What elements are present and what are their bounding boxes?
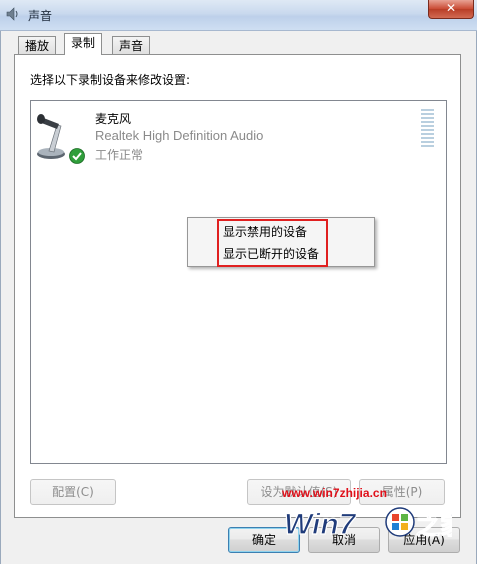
close-button[interactable]: ✕ bbox=[428, 0, 474, 19]
title-bar[interactable]: 声音 ✕ bbox=[0, 0, 477, 31]
window-title: 声音 bbox=[28, 9, 53, 23]
menu-item-show-disabled[interactable]: 显示禁用的设备 bbox=[223, 223, 307, 240]
tab-panel: 选择以下录制设备来修改设置: 麦克风 Realtek High Definiti… bbox=[14, 54, 461, 518]
instruction-label: 选择以下录制设备来修改设置: bbox=[30, 73, 191, 87]
device-item-microphone[interactable]: 麦克风 Realtek High Definition Audio 工作正常 bbox=[31, 101, 446, 171]
device-list[interactable]: 麦克风 Realtek High Definition Audio 工作正常 显… bbox=[30, 100, 447, 464]
device-name: 麦克风 bbox=[95, 112, 132, 126]
watermark-logo-text: Win7 bbox=[284, 508, 357, 541]
device-status: 工作正常 bbox=[95, 148, 144, 162]
device-driver: Realtek High Definition Audio bbox=[95, 128, 264, 143]
level-meter bbox=[421, 109, 434, 149]
tab-playback[interactable]: 播放 bbox=[18, 36, 57, 55]
speaker-icon bbox=[6, 7, 18, 21]
tab-sounds[interactable]: 声音 bbox=[112, 36, 151, 55]
configure-button[interactable]: 配置(C) bbox=[30, 479, 116, 505]
context-menu: 显示禁用的设备 显示已断开的设备 bbox=[187, 217, 375, 267]
tab-label: 录制 bbox=[71, 36, 96, 50]
watermark-logo-suffix: 之家 bbox=[416, 512, 452, 540]
tab-label: 播放 bbox=[25, 39, 50, 53]
green-check-icon bbox=[69, 148, 85, 164]
close-icon: ✕ bbox=[445, 1, 457, 15]
tab-recording[interactable]: 录制 bbox=[64, 33, 103, 55]
watermark-url: www.win7zhijia.cn bbox=[282, 486, 387, 500]
menu-item-show-disconnected[interactable]: 显示已断开的设备 bbox=[223, 245, 319, 262]
watermark-logo: Win7 之家 bbox=[283, 507, 452, 542]
tab-label: 声音 bbox=[119, 39, 144, 53]
